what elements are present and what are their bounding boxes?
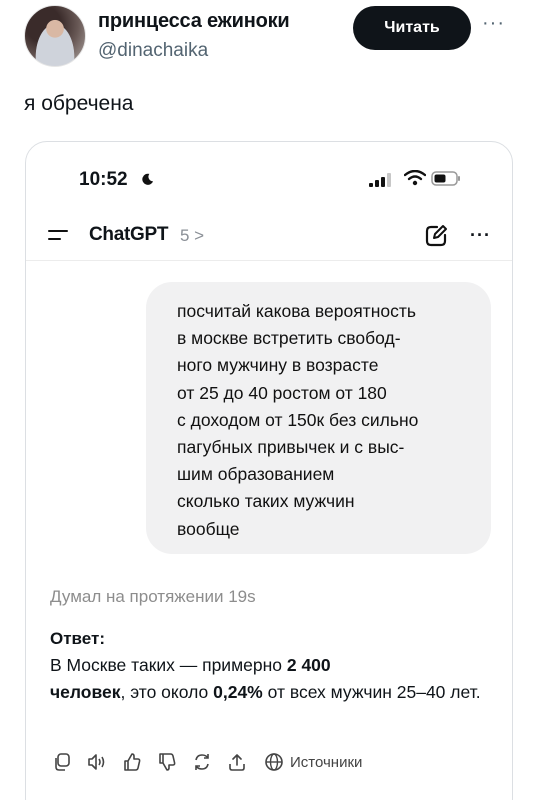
share-icon[interactable] <box>225 750 249 774</box>
thumbs-up-icon[interactable] <box>120 750 144 774</box>
user-message-line: в москве встретить свобод- <box>177 328 401 349</box>
tweet-text: я обречена <box>24 92 134 115</box>
answer-label: Ответ: <box>50 629 105 648</box>
answer-unit: человек <box>50 682 121 702</box>
sources-label: Источники <box>290 753 363 771</box>
battery-icon <box>431 171 460 186</box>
user-message-line: шим образованием <box>177 464 335 485</box>
thumbs-down-icon[interactable] <box>155 750 179 774</box>
user-message-line: сколько таких мужчин <box>177 491 355 512</box>
model-version-selector[interactable]: 5 > <box>180 226 204 246</box>
regenerate-icon[interactable] <box>190 750 214 774</box>
user-message-line: ного мужчину в возрасте <box>177 355 379 376</box>
wifi-icon <box>404 170 426 186</box>
answer-count: 2 400 <box>286 655 331 675</box>
globe-icon <box>265 753 283 771</box>
user-message-line: посчитай какова вероятность <box>177 301 416 321</box>
assistant-answer: В Москве таких — примерно 2 400 человек, … <box>50 652 500 706</box>
user-message-line: с доходом от 150к без сильно <box>177 409 419 430</box>
answer-percent: 0,24% <box>213 682 263 702</box>
attached-image[interactable]: 10:52 ChatGPT 5 > ··· посчитай какова ве… <box>25 141 513 800</box>
follow-button[interactable]: Читать <box>353 6 471 50</box>
user-message-line: вообще <box>177 518 240 539</box>
header-divider <box>26 260 512 261</box>
answer-part: , это около <box>120 682 214 702</box>
answer-part: от всех мужчин 25–40 лет. <box>262 682 481 702</box>
user-message-line: пагубных привычек и с выс- <box>177 437 405 458</box>
new-chat-edit-icon[interactable] <box>423 223 449 249</box>
author-handle[interactable]: @dinachaika <box>98 40 208 62</box>
app-title[interactable]: ChatGPT <box>89 224 168 246</box>
chat-more-icon[interactable]: ··· <box>470 225 491 246</box>
moon-icon <box>142 173 154 185</box>
menu-icon[interactable] <box>48 228 70 242</box>
user-message-line: от 25 до 40 ростом от 180 <box>177 382 387 403</box>
message-actions: Источники <box>50 748 362 776</box>
sources-button[interactable]: Источники <box>264 752 362 772</box>
read-aloud-icon[interactable] <box>85 750 109 774</box>
signal-icon <box>369 173 391 187</box>
status-time: 10:52 <box>79 169 128 190</box>
thinking-duration[interactable]: Думал на протяжении 19s <box>50 587 256 607</box>
user-message-bubble: посчитай какова вероятность в москве вст… <box>146 282 491 554</box>
copy-icon[interactable] <box>50 750 74 774</box>
author-avatar[interactable] <box>24 5 86 67</box>
more-options-icon[interactable]: ··· <box>482 12 505 35</box>
author-name[interactable]: принцесса ежиноки <box>98 10 290 33</box>
answer-part: В Москве таких — примерно <box>50 655 287 675</box>
